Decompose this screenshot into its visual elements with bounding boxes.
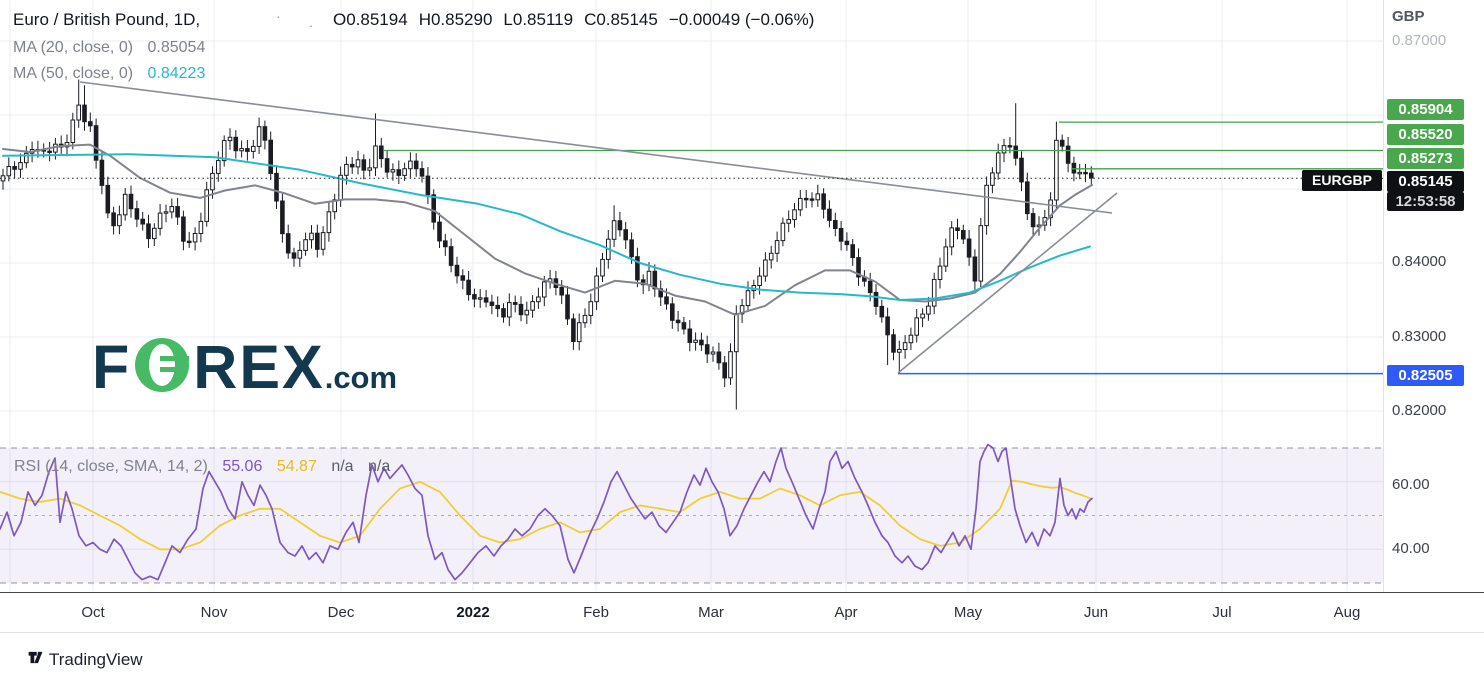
ma50-label: MA (50, close, 0)	[13, 65, 133, 82]
time-axis-label: Apr	[834, 604, 857, 621]
ma50-legend[interactable]: MA (50, close, 0) 0.84223	[13, 65, 205, 83]
price-axis-label: 0.84000	[1392, 253, 1446, 270]
rsi-na1: n/a	[331, 458, 353, 475]
change-value: −0.00049 (−0.06%)	[669, 10, 815, 29]
green-price-badge: 0.85520	[1387, 124, 1464, 145]
time-axis-label: Oct	[81, 604, 104, 621]
open-value: O0.85194	[333, 10, 408, 29]
forex-o-icon	[133, 336, 191, 399]
legend-separator-dot2: .	[309, 14, 313, 30]
legend-separator-dot: ·	[276, 8, 281, 24]
price-axis-label: 0.87000	[1392, 32, 1446, 49]
price-axis-label: 60.00	[1392, 476, 1430, 493]
blue-price-badge: 0.82505	[1387, 365, 1464, 386]
ma50-value: 0.84223	[148, 65, 206, 82]
time-axis-label: Feb	[583, 604, 609, 621]
rsi-na2: n/a	[368, 458, 390, 475]
tradingview-logo-icon	[28, 650, 43, 670]
rsi-label: RSI (14, close, SMA, 14, 2)	[14, 458, 208, 475]
time-axis-label: Dec	[328, 604, 355, 621]
price-axis[interactable]: GBP 0.87000 0.84000 0.83000 0.82000 60.00 40.…	[1383, 0, 1484, 631]
ohlc-values: O0.85194 H0.85290 L0.85119 C0.85145 −0.00049…	[333, 10, 825, 30]
time-axis-label: Jul	[1212, 604, 1231, 621]
rsi-signal-value: 54.87	[277, 458, 317, 475]
chart-svg[interactable]	[0, 0, 1484, 631]
forex-com-watermark: F REX .com	[92, 336, 397, 399]
time-axis-label: Aug	[1334, 604, 1361, 621]
time-axis-label: May	[954, 604, 982, 621]
low-value: L0.85119	[503, 10, 573, 29]
ma20-value: 0.85054	[148, 39, 206, 56]
watermark-rex: REX	[193, 337, 324, 398]
green-price-badge: 0.85273	[1387, 148, 1464, 169]
time-axis-label: Jun	[1084, 604, 1108, 621]
time-axis-label: Nov	[201, 604, 228, 621]
time-axis[interactable]: Oct Nov Dec 2022 Feb Mar Apr May Jun Jul Aug	[0, 592, 1484, 633]
green-price-badge: 0.85904	[1387, 99, 1464, 120]
rsi-legend[interactable]: RSI (14, close, SMA, 14, 2) 55.06 54.87 …	[14, 458, 400, 476]
bar-countdown-timer: 12:53:58	[1387, 192, 1464, 211]
last-price-badge: 0.85145	[1387, 171, 1464, 192]
ma50-line[interactable]	[3, 154, 1090, 300]
time-axis-label: Mar	[698, 604, 724, 621]
rsi-value: 55.06	[222, 458, 262, 475]
trendline[interactable]	[898, 193, 1117, 373]
high-value: H0.85290	[419, 10, 493, 29]
close-value: C0.85145	[584, 10, 658, 29]
ma20-label: MA (20, close, 0)	[13, 39, 133, 56]
tradingview-attribution[interactable]: TradingView	[28, 650, 143, 670]
price-axis-label: 0.82000	[1392, 402, 1446, 419]
watermark-com: .com	[325, 360, 397, 396]
ma20-line[interactable]	[3, 145, 1092, 315]
ma20-legend[interactable]: MA (20, close, 0) 0.85054	[13, 39, 205, 57]
symbol-title[interactable]: Euro / British Pound, 1D,	[13, 10, 200, 29]
price-axis-label: 40.00	[1392, 540, 1430, 557]
price-axis-label: 0.83000	[1392, 328, 1446, 345]
currency-label: GBP	[1392, 8, 1425, 25]
trading-chart-app: F REX .com Euro / British Pound, 1D, · .…	[0, 0, 1484, 688]
time-axis-label: 2022	[456, 604, 489, 621]
ticker-price-label: EURGBP	[1302, 170, 1382, 191]
symbol-legend[interactable]: Euro / British Pound, 1D,	[13, 10, 200, 30]
tradingview-brand-text: TradingView	[49, 650, 143, 670]
watermark-f: F	[92, 337, 131, 398]
